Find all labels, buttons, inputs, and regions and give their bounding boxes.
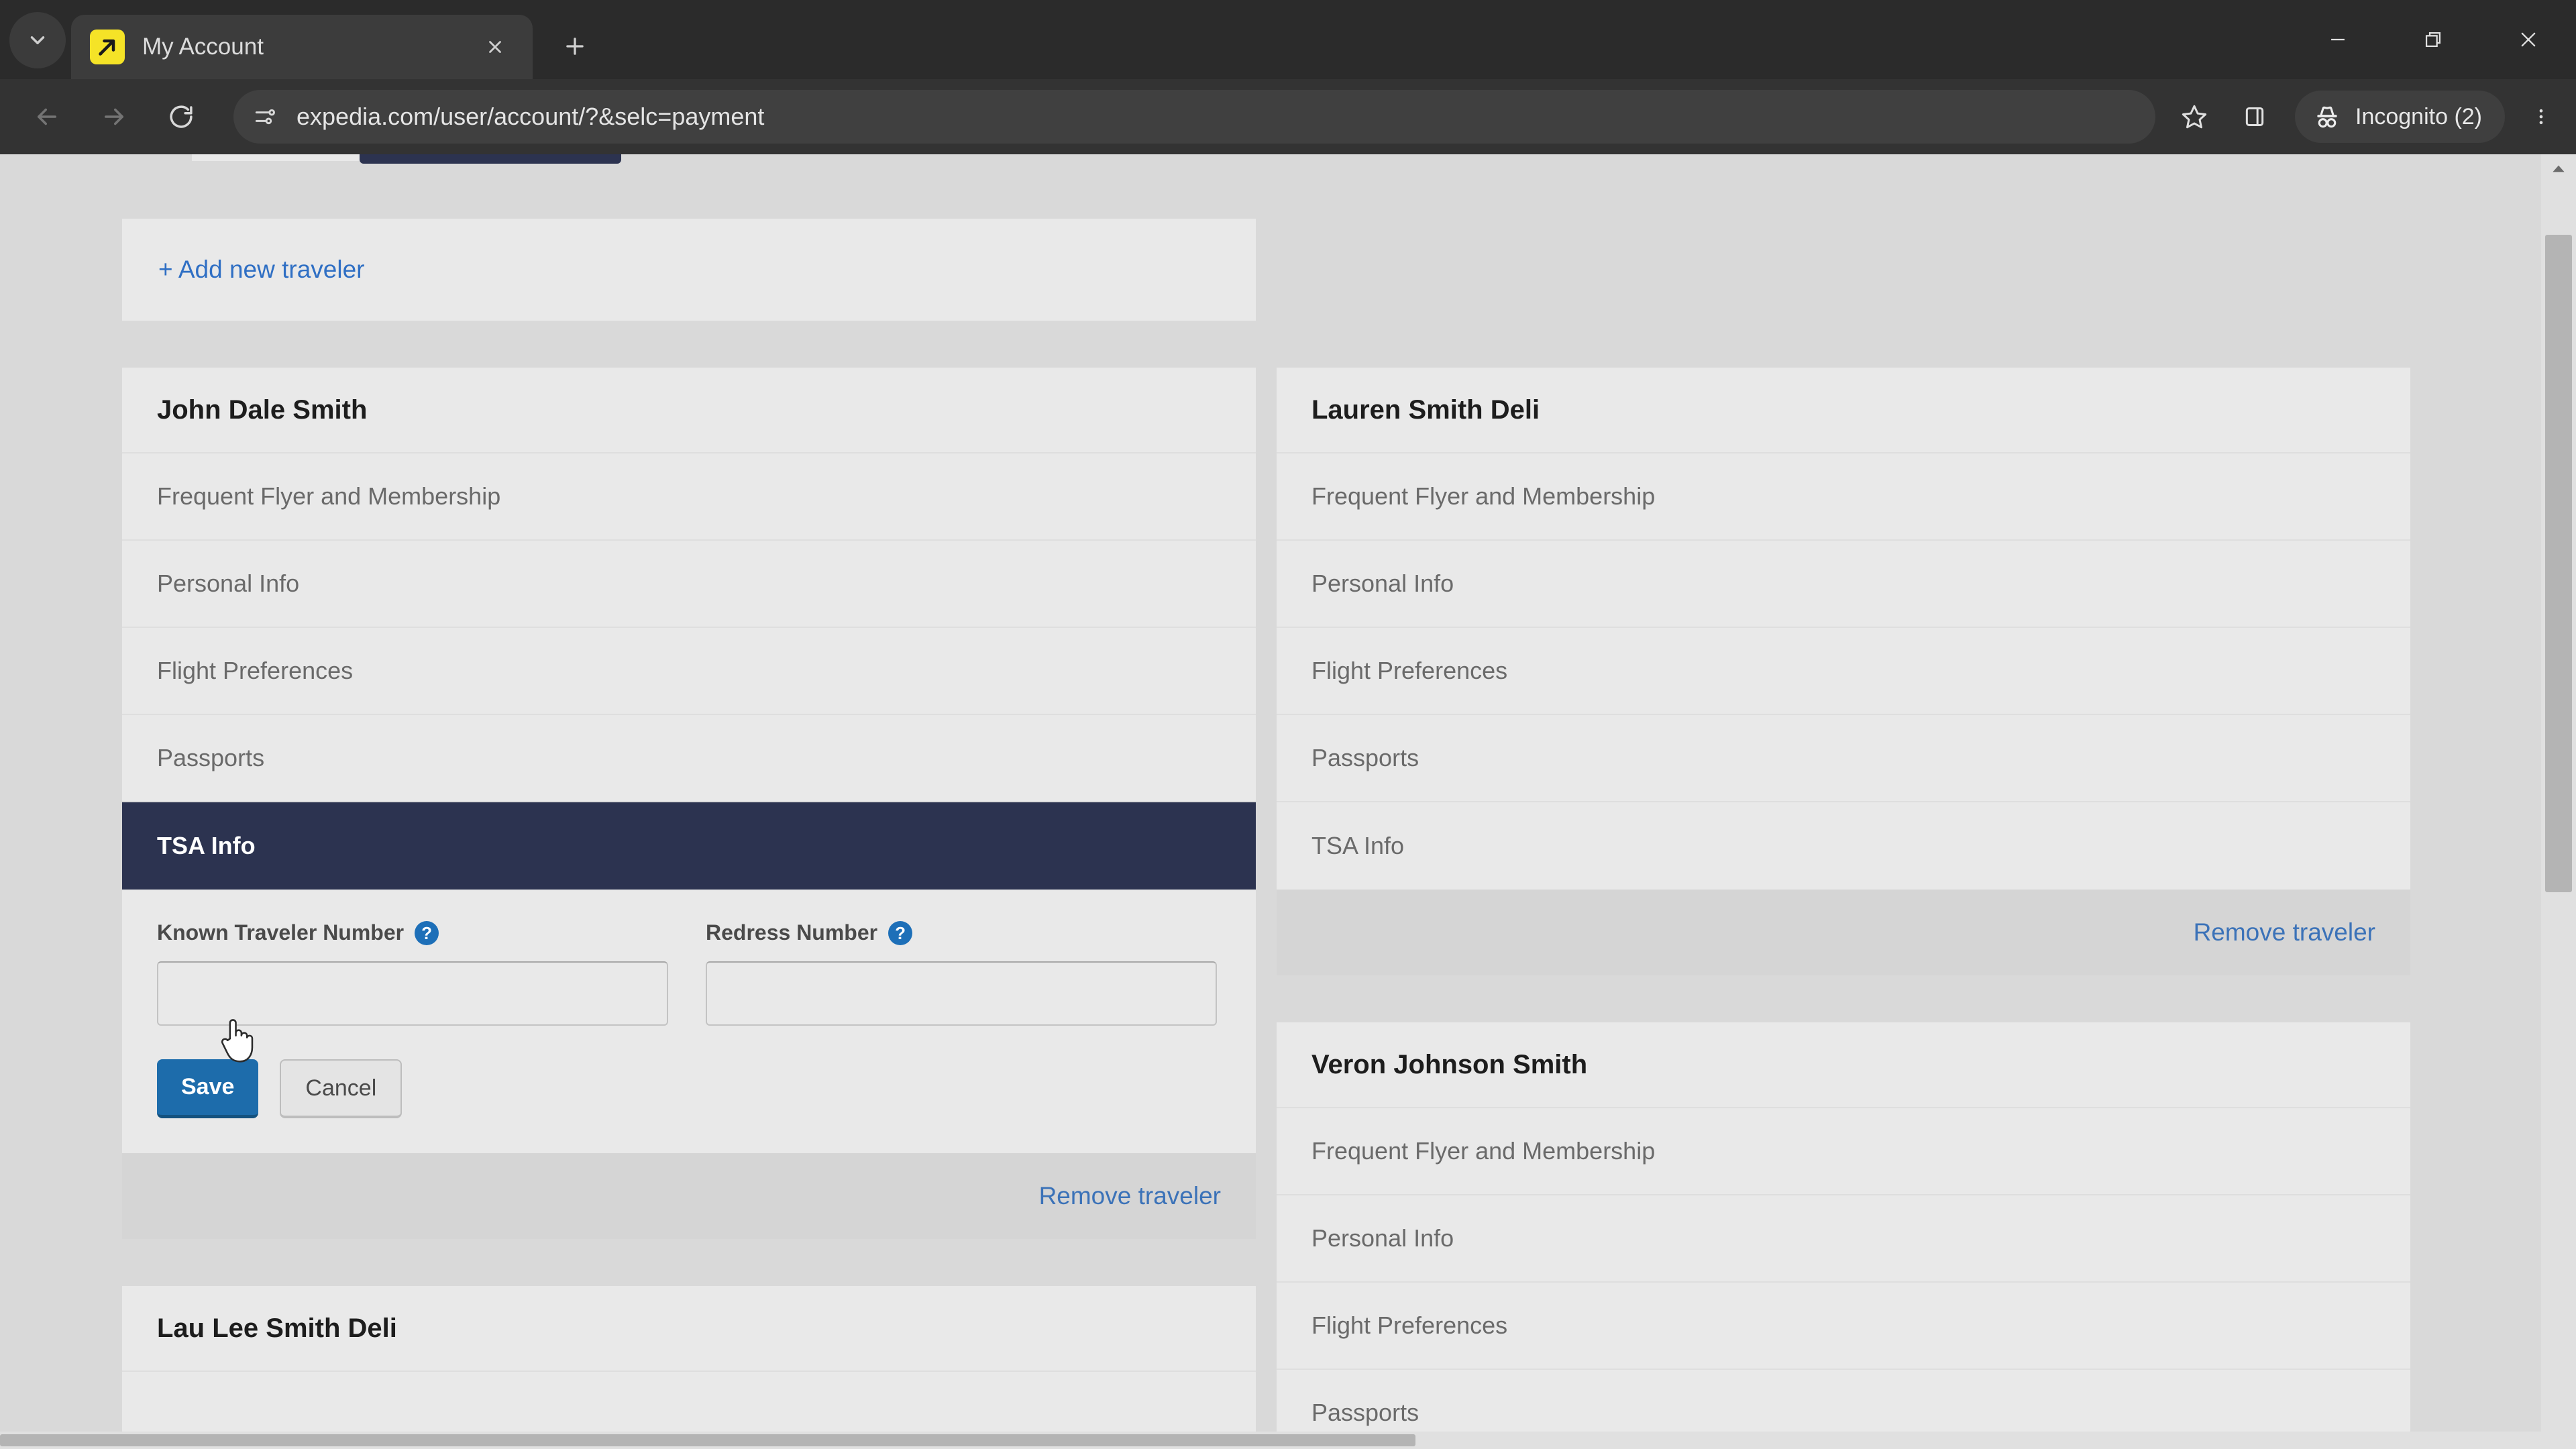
window-controls — [2290, 0, 2576, 79]
tab-close-button[interactable] — [476, 28, 514, 66]
close-icon — [489, 41, 501, 53]
new-tab-button[interactable] — [550, 21, 600, 71]
restore-icon — [2425, 32, 2441, 48]
horizontal-scrollbar-thumb[interactable] — [0, 1434, 1415, 1446]
expedia-favicon — [90, 30, 125, 64]
address-bar[interactable]: expedia.com/user/account/?&selc=payment — [233, 90, 2155, 144]
browser-window: My Account expedia.com/user/account/?&se… — [0, 0, 2576, 1449]
traveler-column-right: Lauren Smith Deli Frequent Flyer and Mem… — [1277, 154, 2410, 1449]
section-row-tsa-info[interactable]: TSA Info — [1277, 802, 2410, 890]
traveler-column-left: + Add new traveler John Dale Smith Frequ… — [122, 154, 1256, 1449]
minimize-window-button[interactable] — [2290, 0, 2385, 79]
back-button[interactable] — [19, 89, 75, 145]
browser-menu-button[interactable] — [2520, 93, 2563, 141]
traveler-card-footer: Remove traveler — [122, 1153, 1256, 1239]
known-traveler-number-label: Known Traveler Number — [157, 920, 405, 945]
remove-traveler-link[interactable]: Remove traveler — [1039, 1182, 1221, 1210]
redress-number-label: Redress Number — [706, 920, 878, 945]
traveler-card-footer: Remove traveler — [1277, 890, 2410, 975]
plus-icon — [566, 38, 584, 55]
section-row-personal-info[interactable]: Personal Info — [1277, 541, 2410, 628]
traveler-name: Lau Lee Smith Deli — [122, 1286, 1256, 1372]
section-row-flight-preferences[interactable]: Flight Preferences — [1277, 628, 2410, 715]
section-row-frequent-flyer[interactable]: Frequent Flyer and Membership — [1277, 1108, 2410, 1195]
section-row-flight-preferences[interactable]: Flight Preferences — [1277, 1283, 2410, 1370]
star-icon — [2182, 105, 2207, 129]
redress-number-label-row: Redress Number ? — [706, 920, 1217, 945]
horizontal-scrollbar[interactable] — [0, 1432, 2541, 1449]
traveler-card-lauren-smith-deli: Lauren Smith Deli Frequent Flyer and Mem… — [1277, 368, 2410, 975]
diagonal-arrow-icon — [99, 39, 115, 56]
tab-title: My Account — [142, 34, 264, 60]
known-traveler-number-field-group: Known Traveler Number ? — [157, 920, 668, 1026]
section-row-personal-info[interactable]: Personal Info — [1277, 1195, 2410, 1283]
reload-button[interactable] — [153, 89, 209, 145]
url-text: expedia.com/user/account/?&selc=payment — [297, 103, 765, 130]
incognito-indicator[interactable]: Incognito (2) — [2295, 91, 2505, 143]
section-row-tsa-info-active[interactable]: TSA Info — [122, 802, 1256, 890]
traveler-name: John Dale Smith — [122, 368, 1256, 453]
redress-number-field-group: Redress Number ? — [706, 920, 1217, 1026]
close-icon — [2521, 32, 2536, 47]
save-button[interactable]: Save — [157, 1059, 259, 1118]
section-row-personal-info[interactable]: Personal Info — [122, 541, 1256, 628]
reload-icon — [170, 105, 193, 128]
cancel-button[interactable]: Cancel — [280, 1059, 402, 1118]
close-window-button[interactable] — [2481, 0, 2576, 79]
side-panel-icon — [2245, 107, 2264, 126]
redress-number-input[interactable] — [706, 961, 1217, 1026]
section-row-passports[interactable]: Passports — [122, 715, 1256, 802]
browser-tab-my-account[interactable]: My Account — [71, 15, 533, 79]
site-settings-button[interactable] — [244, 96, 286, 138]
incognito-label: Incognito (2) — [2355, 103, 2482, 129]
known-traveler-number-help-icon[interactable]: ? — [415, 920, 439, 945]
traveler-name: Lauren Smith Deli — [1277, 368, 2410, 453]
incognito-hat-icon — [2317, 106, 2337, 128]
chevron-down-icon — [30, 36, 45, 44]
side-panel-button[interactable] — [2231, 93, 2279, 141]
section-row-frequent-flyer[interactable]: Frequent Flyer and Membership — [1277, 453, 2410, 541]
arrow-left-icon — [38, 108, 56, 125]
scroll-up-button[interactable] — [2541, 154, 2576, 182]
tune-settings-icon — [255, 109, 275, 125]
restore-window-button[interactable] — [2385, 0, 2481, 79]
tab-search-button[interactable] — [9, 12, 66, 68]
tsa-form-buttons: Save Cancel — [157, 1059, 1221, 1118]
vertical-scrollbar-thumb[interactable] — [2545, 235, 2572, 892]
section-row-flight-preferences[interactable]: Flight Preferences — [122, 628, 1256, 715]
traveler-card-veron-johnson-smith: Veron Johnson Smith Frequent Flyer and M… — [1277, 1022, 2410, 1449]
section-row-passports[interactable]: Passports — [1277, 715, 2410, 802]
known-traveler-number-input[interactable] — [157, 961, 668, 1026]
tab-strip: My Account — [0, 0, 2576, 79]
browser-toolbar: expedia.com/user/account/?&selc=payment … — [0, 79, 2576, 154]
redress-number-help-icon[interactable]: ? — [888, 920, 913, 945]
section-row-frequent-flyer[interactable]: Frequent Flyer and Membership — [122, 453, 1256, 541]
add-new-traveler-panel: + Add new traveler — [122, 219, 1256, 321]
arrow-right-icon — [105, 108, 123, 125]
add-new-traveler-link[interactable]: + Add new traveler — [158, 256, 365, 284]
tsa-info-form: Known Traveler Number ? Redress Number ? — [122, 890, 1256, 1153]
page-content: + Add new traveler John Dale Smith Frequ… — [0, 154, 2542, 1449]
tsa-field-grid: Known Traveler Number ? Redress Number ? — [157, 920, 1221, 1026]
traveler-card-john-dale-smith: John Dale Smith Frequent Flyer and Membe… — [122, 368, 1256, 1239]
traveler-card-lau-lee-smith-deli: Lau Lee Smith Deli — [122, 1286, 1256, 1449]
page-viewport: + Add new traveler John Dale Smith Frequ… — [0, 154, 2576, 1449]
minimize-icon — [2331, 38, 2345, 41]
forward-button[interactable] — [86, 89, 142, 145]
remove-traveler-link[interactable]: Remove traveler — [2194, 918, 2375, 947]
bookmark-button[interactable] — [2170, 93, 2218, 141]
known-traveler-number-label-row: Known Traveler Number ? — [157, 920, 668, 945]
three-dots-vertical-icon — [2539, 109, 2543, 125]
vertical-scrollbar[interactable] — [2541, 154, 2576, 1449]
caret-up-icon — [2553, 165, 2565, 172]
traveler-name: Veron Johnson Smith — [1277, 1022, 2410, 1108]
